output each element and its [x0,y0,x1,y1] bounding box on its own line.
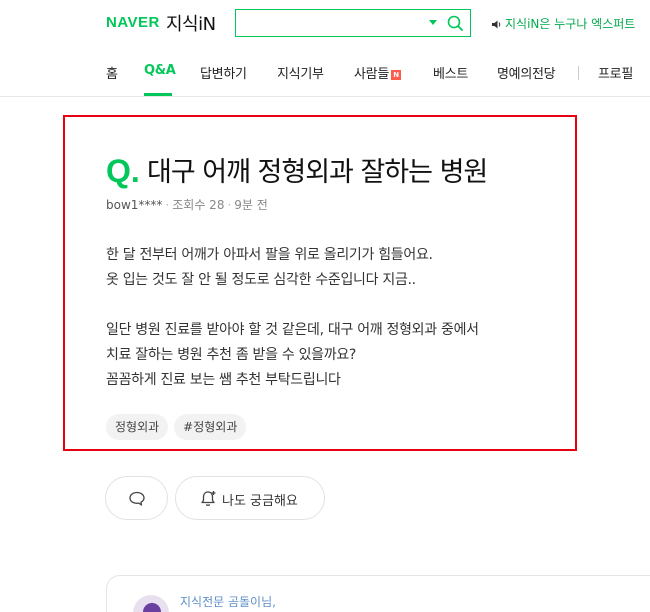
answer-card: 지식전문 곰돌이님, [106,575,650,612]
nav-item-hall-of-fame[interactable]: 명예의전당 [497,63,556,82]
naver-logo[interactable]: NAVER [106,14,160,31]
body-line: 꼼꼼하게 진료 보는 쌤 추천 부탁드립니다 [106,372,341,388]
search-box [235,9,471,37]
header: NAVER 지식iN 지식iN은 누구나 엑스퍼트 [0,0,650,48]
body-line: 옷 입는 것도 잘 안 될 정도로 심각한 수준입니다 지금.. [106,272,416,288]
nav-item-people[interactable]: 사람들 N [354,63,401,82]
question-mark-label: Q. [106,153,140,189]
question-views: 조회수 28 [172,198,225,212]
body-line: 일단 병원 진료를 받아야 할 것 같은데, 대구 어깨 정형외과 중에서 [106,322,479,338]
question-card: Q. 대구 어깨 정형외과 잘하는 병원 bow1**** · 조회수 28 · 9분 … [63,115,577,451]
body-line: 한 달 전부터 어깨가 아파서 팔을 위로 올리기가 힘들어요. [106,247,433,263]
tag-chip[interactable]: #정형외과 [174,414,247,440]
active-tab-indicator [144,93,172,96]
body-gap [106,293,546,318]
comment-icon [129,491,145,506]
expert-promo-text: 지식iN은 누구나 엑스퍼트 [505,17,636,31]
nav-item-profile[interactable]: 프로필 [598,63,633,82]
question-meta: bow1**** · 조회수 28 · 9분 전 [106,198,268,212]
kin-logo[interactable]: 지식iN [166,10,216,36]
curious-button-label: 나도 궁금해요 [222,494,298,509]
expert-promo-link[interactable]: 지식iN은 누구나 엑스퍼트 [491,15,635,32]
search-dropdown-caret-icon[interactable] [429,20,437,25]
question-author[interactable]: bow1**** [106,198,162,212]
nav-item-qna[interactable]: Q&A [144,63,176,78]
nav-item-best[interactable]: 베스트 [433,63,468,82]
comment-button[interactable] [105,476,168,520]
question-body: 한 달 전부터 어깨가 아파서 팔을 위로 올리기가 힘들어요. 옷 입는 것도… [106,243,546,393]
tag-chip[interactable]: 정형외과 [106,414,169,440]
new-badge: N [390,70,401,80]
search-input[interactable] [242,13,422,33]
nav-divider [578,66,579,80]
avatar-figure [143,603,161,612]
curious-button[interactable]: 나도 궁금해요 [175,476,325,520]
search-icon[interactable] [446,14,464,32]
body-line: 치료 잘하는 병원 추천 좀 받을 수 있을까요? [106,347,357,363]
question-time: 9분 전 [234,198,268,212]
answerer-avatar[interactable] [133,595,169,612]
main-nav: 홈 Q&A 답변하기 지식기부 사람들 N 베스트 명예의전당 프로필 [0,48,650,97]
answerer-name[interactable]: 지식전문 곰돌이님, [180,593,276,610]
nav-item-donation[interactable]: 지식기부 [277,63,324,82]
nav-item-home[interactable]: 홈 [106,63,118,82]
bell-plus-icon [201,491,216,507]
nav-item-people-label: 사람들 [354,67,389,82]
tag-list: 정형외과 #정형외과 [106,414,252,440]
nav-item-answer[interactable]: 답변하기 [200,63,247,82]
speaker-icon [492,20,501,29]
question-title: 대구 어깨 정형외과 잘하는 병원 [147,157,488,188]
